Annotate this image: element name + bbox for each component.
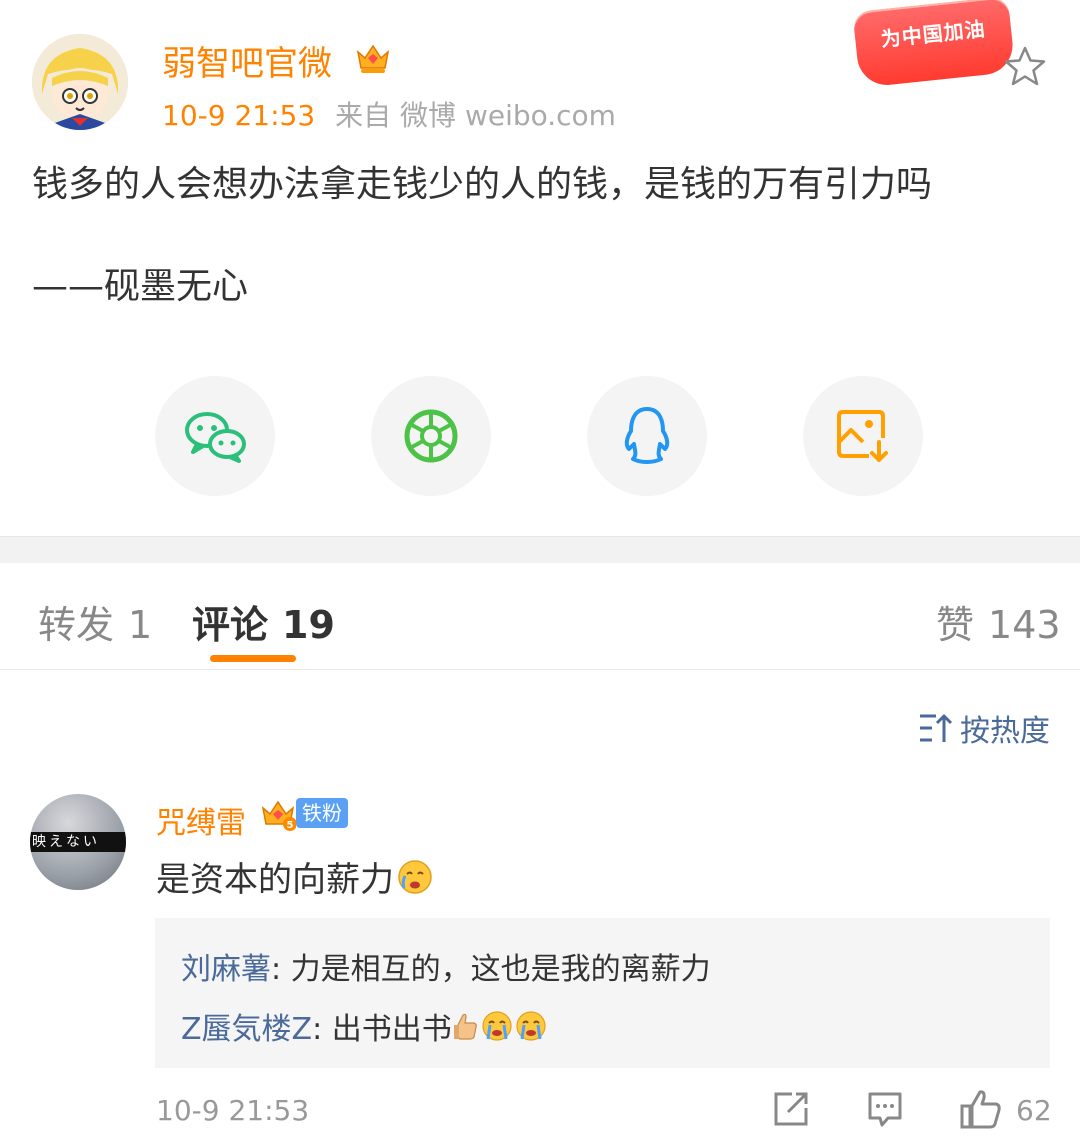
reply-author[interactable]: 刘麻薯 — [181, 944, 271, 988]
wechat-icon — [185, 412, 246, 463]
author-name[interactable]: 弱智吧官微 — [162, 36, 332, 85]
repost-comment-icon[interactable] — [772, 1090, 810, 1132]
save-image-button[interactable] — [803, 376, 923, 496]
tab-likes-label: 赞 — [936, 603, 975, 647]
tab-comments[interactable]: 评论 19 — [192, 594, 335, 649]
tab-repost-label: 转发 — [38, 603, 115, 647]
tab-comments-count: 19 — [282, 603, 335, 647]
crying-face-emoji-icon — [516, 1011, 546, 1041]
qq-icon — [624, 407, 670, 464]
post-time: 10-9 21:53 — [162, 99, 316, 132]
thumbs-up-emoji-icon — [453, 1013, 477, 1040]
share-moments-button[interactable] — [371, 376, 491, 496]
sort-icon — [920, 714, 953, 742]
crying-face-emoji-icon — [482, 1011, 512, 1041]
crying-face-emoji-icon — [398, 859, 432, 894]
moments-icon — [404, 409, 458, 463]
tab-likes[interactable]: 赞 143 — [936, 594, 1061, 649]
share-wechat-button[interactable] — [155, 376, 275, 496]
active-tab-indicator — [210, 655, 296, 662]
commenter-name[interactable]: 咒缚雷 — [156, 798, 246, 842]
comment-body: 是资本的向薪力 — [156, 860, 394, 900]
section-divider — [0, 536, 1080, 563]
post-meta: 10-9 21:53 来自 微博 weibo.com — [162, 94, 616, 134]
commenter-avatar[interactable]: 映えない — [30, 794, 126, 890]
post-source: 来自 微博 weibo.com — [335, 99, 616, 132]
tab-repost[interactable]: 转发 1 — [38, 594, 152, 649]
author-avatar[interactable] — [32, 34, 128, 130]
comment-time: 10-9 21:53 — [156, 1094, 310, 1127]
fan-badge: 铁粉 — [296, 798, 348, 828]
sort-label: 按热度 — [960, 714, 1050, 749]
reply-text: : 出书出书 — [312, 1012, 452, 1047]
post-signature: ——砚墨无心 — [32, 266, 249, 307]
save-image-icon — [837, 410, 888, 462]
tab-divider — [0, 669, 1080, 670]
reply-text: : 力是相互的，这也是我的离薪力 — [271, 952, 711, 987]
campaign-badge[interactable]: 为中国加油 — [852, 0, 1016, 88]
sort-by-hot-button[interactable]: 按热度 — [918, 706, 1050, 750]
tab-likes-count: 143 — [988, 603, 1061, 647]
reply-comment-icon[interactable] — [866, 1090, 904, 1132]
campaign-badge-text: 为中国加油 — [879, 16, 987, 52]
reply-author[interactable]: Z蜃気楼Z — [181, 1004, 312, 1048]
like-thumbs-up-icon[interactable] — [960, 1090, 1002, 1134]
post-content: 钱多的人会想办法拿走钱少的人的钱，是钱的万有引力吗 ——砚墨无心 — [32, 160, 1042, 312]
reply-item[interactable]: Z蜃気楼Z: 出书出书 — [181, 1004, 548, 1048]
tab-repost-count: 1 — [128, 603, 153, 647]
tab-comments-label: 评论 — [192, 603, 269, 647]
vip-crown-icon — [355, 40, 391, 80]
fan-crown-icon: 5 — [260, 796, 297, 836]
svg-text:5: 5 — [287, 820, 294, 831]
favorite-star-icon[interactable] — [1002, 44, 1048, 94]
comment-like-count: 62 — [1016, 1094, 1052, 1127]
comment-text: 是资本的向薪力 — [156, 852, 434, 901]
avatar-caption: 映えない — [30, 832, 126, 852]
post-text: 钱多的人会想办法拿走钱少的人的钱，是钱的万有引力吗 — [32, 164, 933, 205]
replies-box[interactable]: 刘麻薯: 力是相互的，这也是我的离薪力 Z蜃気楼Z: 出书出书 — [155, 918, 1050, 1068]
share-qq-button[interactable] — [587, 376, 707, 496]
reply-item[interactable]: 刘麻薯: 力是相互的，这也是我的离薪力 — [181, 944, 711, 988]
